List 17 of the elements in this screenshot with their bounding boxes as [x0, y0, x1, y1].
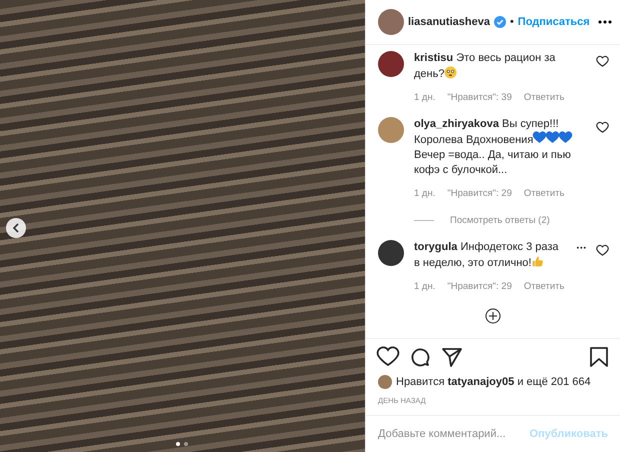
reply-link[interactable]: Ответить — [524, 281, 564, 292]
likes-summary: Нравится tatyanajoy05 и ещё 201 664 — [396, 376, 591, 388]
comment-text: olya_zhiryakova Вы супер!!! Королева Вдохновения Вечер =вода.. Да, читаю и пью кофэ с булочкой... — [414, 117, 574, 178]
comment-time: 1 дн. — [414, 92, 436, 103]
separator-dot: • — [510, 16, 514, 28]
likes-count[interactable]: "Нравится": 29 — [447, 281, 512, 292]
likes-count[interactable]: "Нравится": 29 — [447, 188, 512, 199]
reply-link[interactable]: Ответить — [524, 188, 564, 199]
comment-time: 1 дн. — [414, 281, 436, 292]
comment-time: 1 дн. — [414, 188, 436, 199]
username[interactable]: liasanutiasheva — [408, 16, 490, 28]
likes-count[interactable]: "Нравится": 39 — [447, 92, 512, 103]
reply-link[interactable]: Ответить — [524, 92, 564, 103]
follow-button[interactable]: Подписаться — [518, 16, 590, 28]
view-replies-link[interactable]: Посмотреть ответы (2) — [450, 215, 550, 226]
comment-text: kristisu Это весь рацион за день? — [414, 51, 556, 82]
comment-text: torygula Инфодетокс 3 раза в неделю, это отлично! — [414, 240, 560, 271]
